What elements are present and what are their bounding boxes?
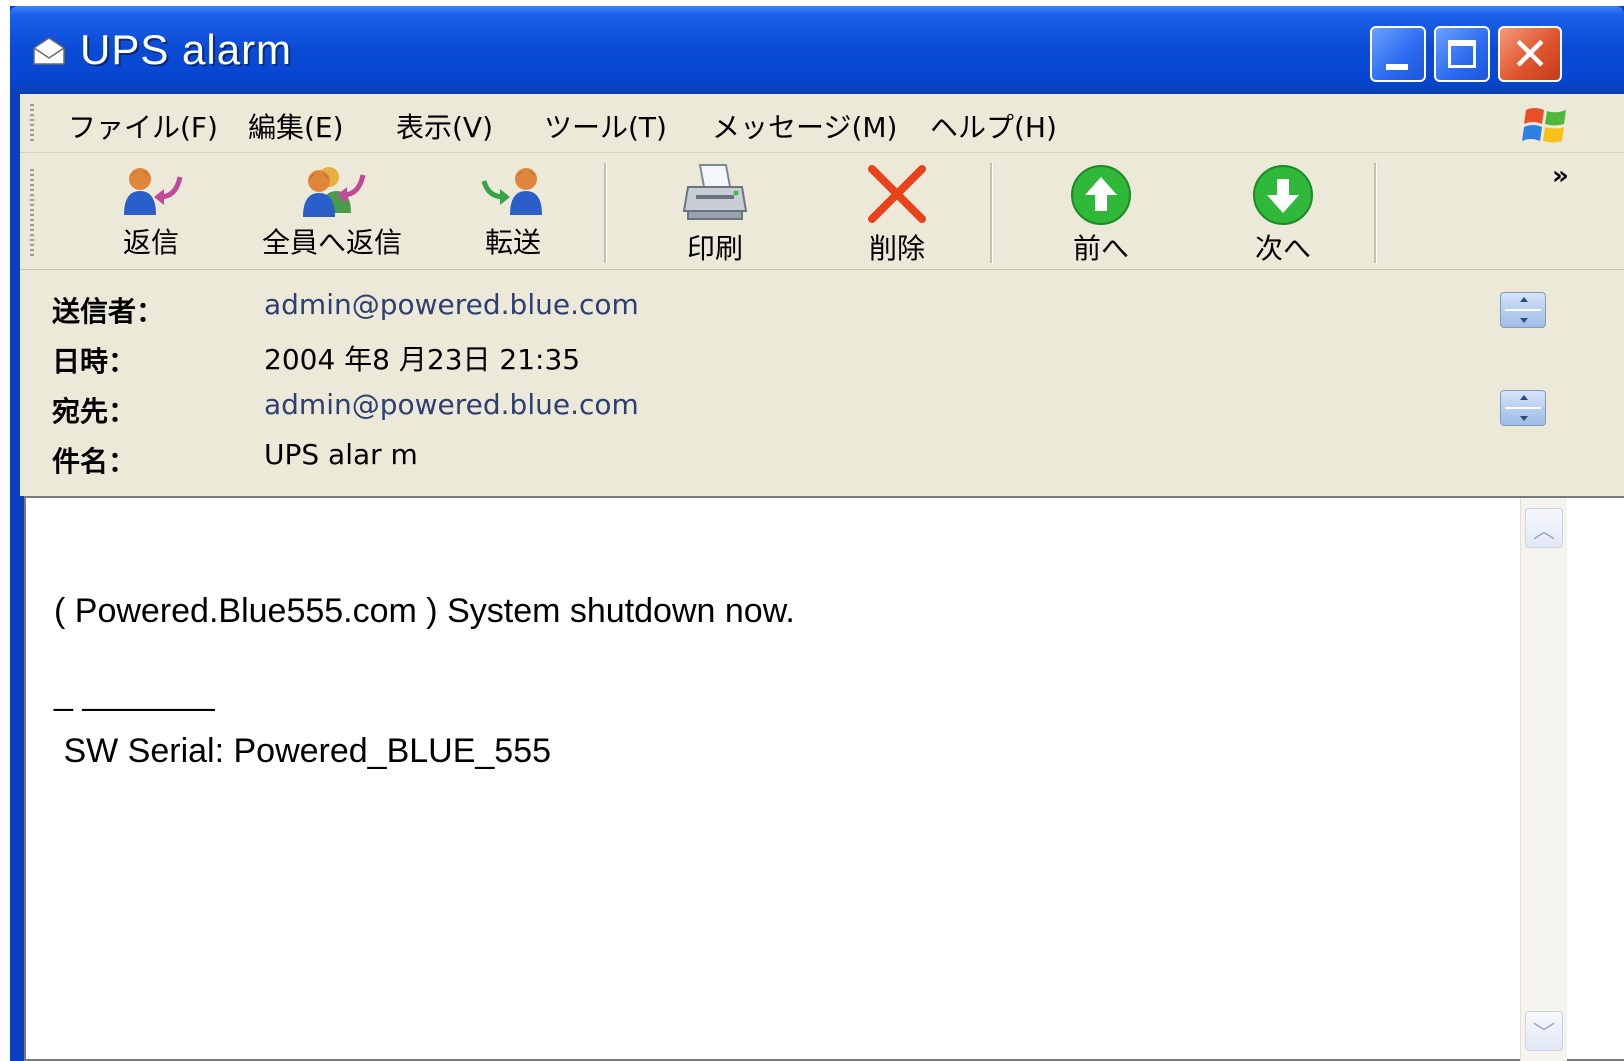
delete-label: 削除 [868,232,925,265]
menu-grip[interactable] [30,104,34,142]
reply-all-label: 全員へ返信 [261,226,402,259]
date-label: 日時： [52,345,137,378]
expand-up-icon [1520,297,1528,302]
from-value[interactable]: admin@powered.blue.com [264,288,639,321]
print-button[interactable]: 印刷 [650,163,780,267]
close-icon: ✕ [1510,27,1550,81]
toolbar-separator [604,163,607,263]
print-label: 印刷 [686,232,743,265]
message-body[interactable]: ( Powered.Blue555.com ) System shutdown … [24,496,1624,1061]
message-header: 送信者： admin@powered.blue.com 日時： 2004 年8 … [20,270,1624,496]
windows-logo-icon [1522,108,1566,143]
maximize-icon [1448,40,1476,68]
toolbar: 返信 全員へ返信 転送 印刷 削除 前へ 次へ » [20,153,1624,270]
scroll-down-button[interactable]: ﹀ [1525,1011,1563,1051]
minimize-icon [1386,64,1408,70]
menu-message[interactable]: メッセージ(M) [712,106,897,146]
menu-tools[interactable]: ツール(T) [544,106,667,146]
print-icon [682,164,748,220]
maximize-button[interactable] [1434,26,1490,82]
from-label: 送信者： [52,295,165,328]
body-line: ( Powered.Blue555.com ) System shutdown … [54,592,795,630]
expand-divider [1505,309,1541,311]
reply-label: 返信 [122,226,179,259]
subject-value: UPS alar m [264,438,418,471]
reply-all-icon [303,167,366,217]
next-label: 次へ [1254,232,1311,265]
body-line: _ _______ [54,674,215,712]
scroll-up-button[interactable]: ︿ [1525,508,1563,548]
menu-edit[interactable]: 編集(E) [248,106,344,146]
menu-view[interactable]: 表示(V) [396,106,493,146]
menu-file[interactable]: ファイル(F) [68,106,218,146]
expand-divider [1505,407,1541,409]
previous-label: 前へ [1072,232,1129,265]
forward-label: 転送 [484,226,541,259]
date-value: 2004 年8 月23日 21:35 [264,343,581,376]
expand-from-button[interactable] [1500,292,1546,328]
previous-button[interactable]: 前へ [1036,163,1166,267]
forward-icon [481,168,542,215]
body-line: SW Serial: Powered_BLUE_555 [54,732,552,770]
expand-to-button[interactable] [1500,390,1546,426]
menu-bar: ファイル(F) 編集(E) 表示(V) ツール(T) メッセージ(M) ヘルプ(… [20,94,1624,153]
toolbar-overflow-chevron-icon[interactable]: » [1552,161,1569,191]
window-title: UPS alarm [80,26,293,73]
forward-button[interactable]: 転送 [448,163,578,267]
delete-icon [868,165,926,223]
reply-all-button[interactable]: 全員へ返信 [242,163,422,267]
previous-icon [1071,165,1131,225]
chevron-up-icon: ︿ [1532,519,1555,544]
envelope-icon [33,37,65,65]
reply-button[interactable]: 返信 [86,163,216,267]
delete-button[interactable]: 削除 [832,163,962,267]
vertical-scrollbar[interactable]: ︿ ﹀ [1520,498,1567,1061]
toolbar-separator [1374,163,1377,263]
title-bar[interactable]: UPS alarm ✕ [10,6,1624,94]
toolbar-separator [990,163,993,263]
next-button[interactable]: 次へ [1218,163,1348,267]
reply-icon [124,168,183,215]
expand-down-icon [1520,318,1528,323]
minimize-button[interactable] [1370,26,1426,82]
toolbar-grip[interactable] [30,169,34,257]
next-icon [1253,165,1313,225]
expand-up-icon [1520,395,1528,400]
to-label: 宛先： [52,395,137,428]
to-value[interactable]: admin@powered.blue.com [264,388,639,421]
message-window: UPS alarm ✕ ファイル(F) 編集(E) 表示(V) ツール(T) メ… [10,6,1624,1061]
expand-down-icon [1520,416,1528,421]
chevron-down-icon: ﹀ [1532,1022,1555,1047]
subject-label: 件名： [52,445,137,478]
menu-help[interactable]: ヘルプ(H) [930,106,1057,146]
close-button[interactable]: ✕ [1498,26,1562,82]
